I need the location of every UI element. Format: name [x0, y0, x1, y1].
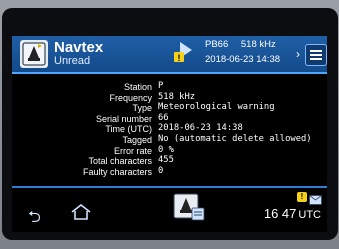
detail-label: Station — [123, 82, 152, 92]
header-timestamp: 2018-06-23 14:38 — [205, 54, 281, 65]
detail-value: 518 kHz — [158, 91, 196, 102]
status-message-icon[interactable] — [309, 192, 322, 205]
detail-value: 455 — [158, 155, 174, 166]
home-icon[interactable] — [70, 202, 92, 222]
header-station-frequency: PB66 518 kHz — [205, 39, 286, 50]
ship-message-icon[interactable] — [172, 192, 206, 224]
detail-label: Type — [132, 103, 152, 114]
message-details: Station P Frequency 518 kHz Type Meteoro… — [12, 81, 327, 178]
detail-value: 0 — [158, 165, 164, 176]
detail-label: Error rate — [113, 145, 152, 156]
navtex-app-icon[interactable] — [20, 40, 48, 68]
clock: 16 47 UTC — [264, 206, 321, 221]
detail-row: Type Meteorological warning — [12, 102, 327, 114]
detail-label: Total characters — [88, 156, 152, 167]
footer-bar: ⮌ ! 16 47 UTC — [12, 186, 327, 232]
menu-icon — [310, 50, 322, 52]
clock-timezone: UTC — [298, 209, 321, 221]
clock-time: 16 47 — [263, 206, 297, 221]
svg-text:!: ! — [178, 53, 181, 63]
menu-icon-bar — [310, 54, 322, 56]
detail-label: Frequency — [109, 92, 152, 103]
detail-value: 66 — [158, 112, 169, 123]
back-icon[interactable]: ⮌ — [28, 206, 41, 232]
detail-value: P — [158, 81, 164, 91]
detail-value: 0 % — [158, 144, 174, 155]
detail-value: Meteorological warning — [158, 102, 275, 113]
detail-row: Faulty characters 0 — [12, 165, 327, 178]
detail-row: Total characters 455 — [12, 155, 327, 167]
detail-value: No (automatic delete allowed) — [158, 133, 312, 144]
detail-label: Time (UTC) — [105, 124, 152, 135]
detail-label: Tagged — [122, 134, 152, 145]
message-warning-icon: ! — [172, 40, 200, 66]
detail-label: Serial number — [95, 113, 152, 124]
app-subtitle: Unread — [54, 55, 91, 67]
header-bar: Navtex Unread ! PB66 518 kHz 2018-06-23 … — [12, 36, 327, 74]
chevron-right-icon[interactable]: › — [296, 47, 300, 61]
status-warning-icon[interactable]: ! — [297, 192, 307, 202]
menu-button[interactable] — [305, 44, 327, 66]
header-frequency: 518 kHz — [240, 39, 276, 50]
screen: Navtex Unread ! PB66 518 kHz 2018-06-23 … — [12, 36, 327, 232]
detail-label: Faulty characters — [82, 166, 152, 177]
app-title: Navtex — [54, 39, 104, 56]
menu-icon-bar — [310, 58, 322, 60]
header-station-id: PB66 — [205, 39, 229, 50]
detail-value: 2018-06-23 14:38 — [158, 123, 243, 134]
